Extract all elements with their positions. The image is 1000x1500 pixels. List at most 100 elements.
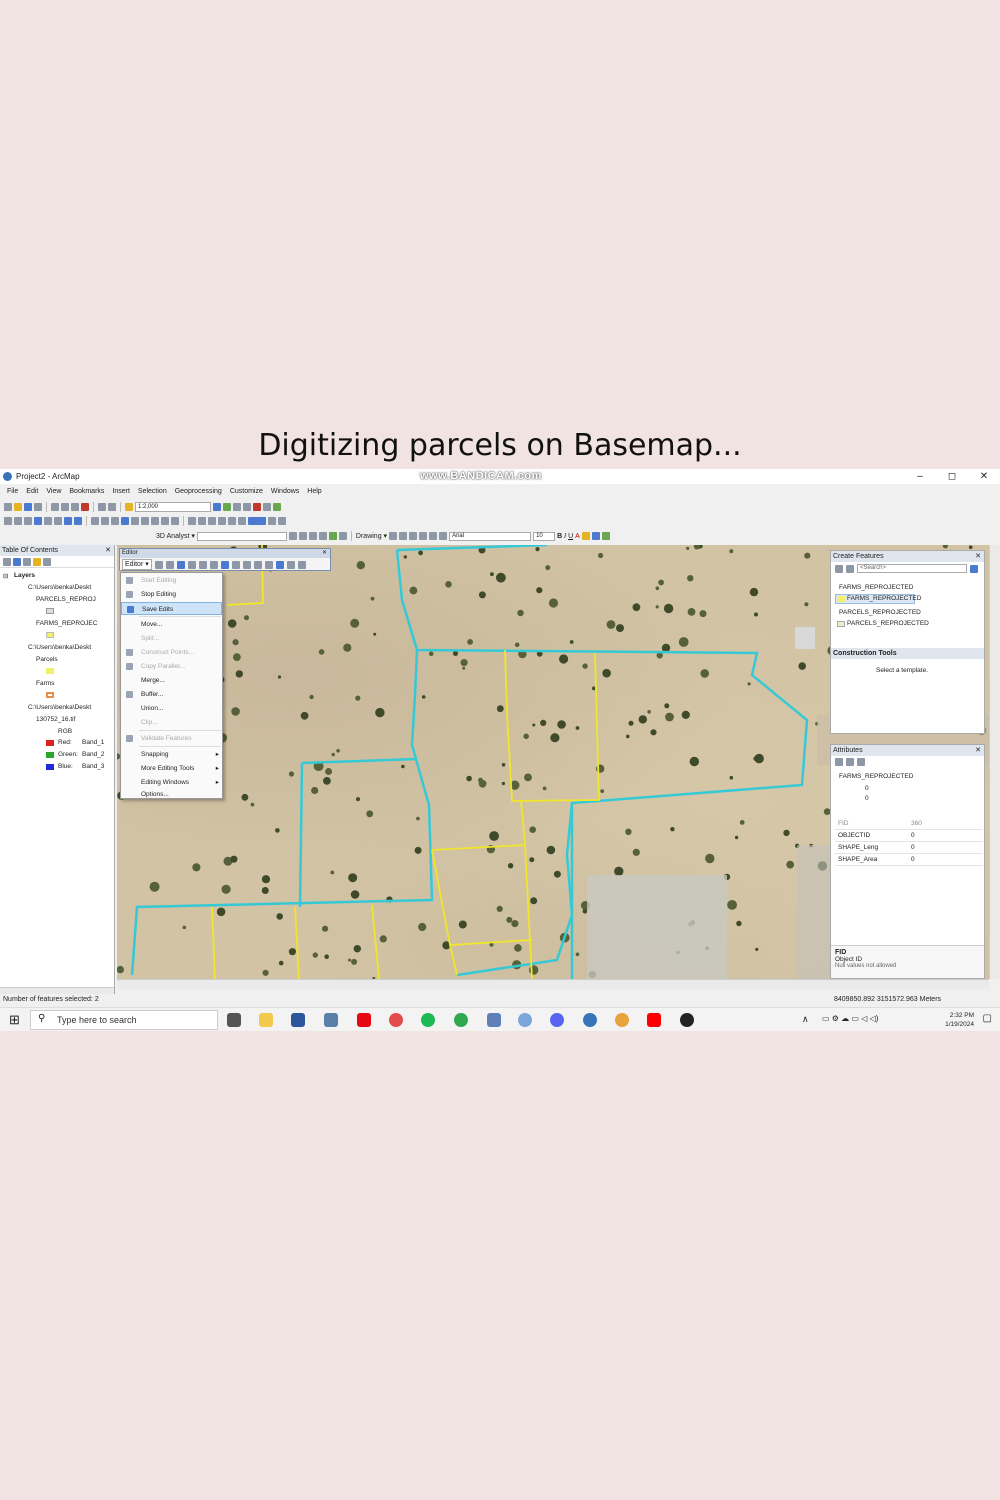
delete-icon[interactable] xyxy=(81,503,89,511)
redo-icon[interactable] xyxy=(108,503,116,511)
bold-button[interactable]: B xyxy=(557,533,562,540)
collapse-icon[interactable]: ⊟ xyxy=(3,572,8,580)
zoom-out-icon[interactable] xyxy=(14,517,22,525)
taskbar-search-input[interactable]: Type here to search xyxy=(30,1010,218,1030)
spotify-icon[interactable] xyxy=(421,1013,435,1027)
font-size-select[interactable]: 10 xyxy=(533,531,556,541)
map-scale-input[interactable]: 1:2,000 xyxy=(135,502,211,512)
reshape-icon[interactable] xyxy=(231,560,240,569)
layers-root[interactable]: Layers xyxy=(14,572,35,579)
cut-polygons-icon[interactable] xyxy=(242,560,251,569)
pan-icon[interactable] xyxy=(24,517,32,525)
menu-help[interactable]: Help xyxy=(307,488,321,495)
discord-icon[interactable] xyxy=(550,1013,564,1027)
layer-raster[interactable]: 130752_16.tif xyxy=(36,716,75,723)
menu-construct-points[interactable]: Construct Points... xyxy=(121,646,222,659)
group-path-3[interactable]: C:\Users\benka\Deskt xyxy=(28,704,91,711)
menu-insert[interactable]: Insert xyxy=(112,488,130,495)
r-icon[interactable] xyxy=(487,1013,501,1027)
tray-icons[interactable]: ▭ ⚙ ☁ ▭ ◁ ◁) xyxy=(822,1014,878,1023)
callout-icon[interactable] xyxy=(439,532,448,540)
3d-tool-icon[interactable] xyxy=(338,532,347,540)
attribute-row-shape-area[interactable]: SHAPE_Area 0 xyxy=(835,854,983,866)
app-icon[interactable] xyxy=(454,1013,468,1027)
attribute-row-shape-leng[interactable]: SHAPE_Leng 0 xyxy=(835,842,983,854)
layer-farms[interactable]: Farms xyxy=(36,680,54,687)
clear-selection-icon[interactable] xyxy=(101,517,109,525)
menu-more-editing-tools[interactable]: More Editing Tools ▸ xyxy=(121,762,222,775)
3d-tool-icon[interactable] xyxy=(318,532,327,540)
layout-tool-icon[interactable] xyxy=(238,517,246,525)
undo-icon[interactable] xyxy=(98,503,106,511)
attribute-row-fid[interactable]: FID 360 xyxy=(835,818,983,830)
sketch-properties-icon[interactable] xyxy=(286,560,295,569)
menu-windows[interactable]: Windows xyxy=(271,488,299,495)
fill-color-icon[interactable] xyxy=(581,532,590,540)
new-icon[interactable] xyxy=(4,503,12,511)
layout-tool-icon[interactable] xyxy=(208,517,216,525)
attribute-row-objectid[interactable]: OBJECTID 0 xyxy=(835,830,983,842)
marker-color-icon[interactable] xyxy=(601,532,610,540)
3d-analyst-layer-select[interactable] xyxy=(196,531,287,541)
menu-edit[interactable]: Edit xyxy=(26,488,38,495)
select-elements-icon[interactable] xyxy=(111,517,119,525)
arctoolbox-icon[interactable] xyxy=(253,503,261,511)
menu-save-edits[interactable]: Save Edits xyxy=(121,602,222,615)
save-icon[interactable] xyxy=(24,503,32,511)
menu-bookmarks[interactable]: Bookmarks xyxy=(69,488,104,495)
line-color-icon[interactable] xyxy=(591,532,600,540)
menu-geoprocessing[interactable]: Geoprocessing xyxy=(175,488,222,495)
netflix-icon[interactable] xyxy=(357,1013,371,1027)
list-by-drawing-order-icon[interactable] xyxy=(3,557,11,566)
endpoint-arc-icon[interactable] xyxy=(187,560,196,569)
clock[interactable]: 2:32 PM 1/19/2024 xyxy=(945,1011,974,1029)
menu-editing-windows[interactable]: Editing Windows ▸ xyxy=(121,776,222,789)
group-path-2[interactable]: C:\Users\benka\Deskt xyxy=(28,644,91,651)
layout-tool-icon[interactable] xyxy=(228,517,236,525)
maximize-button[interactable]: ◻ xyxy=(936,469,968,484)
add-data-icon[interactable] xyxy=(125,503,133,511)
editor-menu-button[interactable]: Editor ▾ xyxy=(122,559,152,570)
font-color-button[interactable]: A xyxy=(575,533,580,540)
group-path-1[interactable]: C:\Users\benka\Deskt xyxy=(28,584,91,591)
create-features-close-icon[interactable]: ✕ xyxy=(975,551,981,562)
map-vertical-scrollbar[interactable] xyxy=(989,545,1000,979)
filter-icon[interactable] xyxy=(846,564,854,573)
layout-tool-icon[interactable] xyxy=(278,517,286,525)
menu-merge[interactable]: Merge... xyxy=(121,674,222,687)
attributes-feature-1[interactable]: 0 xyxy=(865,785,869,792)
layer-parcels[interactable]: Parcels xyxy=(36,656,58,663)
copy-icon[interactable] xyxy=(61,503,69,511)
straight-segment-icon[interactable] xyxy=(176,560,185,569)
edit-annotation-icon[interactable] xyxy=(165,560,174,569)
split-icon[interactable] xyxy=(253,560,262,569)
menu-customize[interactable]: Customize xyxy=(230,488,263,495)
globe-icon[interactable] xyxy=(328,532,337,540)
list-by-visibility-icon[interactable] xyxy=(23,557,31,566)
close-button[interactable]: ✕ xyxy=(968,469,1000,484)
hyperlink-icon[interactable] xyxy=(151,517,159,525)
tray-chevron-icon[interactable]: ∧ xyxy=(802,1014,809,1025)
template-farms-reprojected[interactable]: FARMS_REPROJECTED xyxy=(847,595,921,602)
attributes-close-icon[interactable]: ✕ xyxy=(975,745,981,756)
sort-icon[interactable] xyxy=(835,758,843,766)
map-horizontal-scrollbar[interactable] xyxy=(117,979,989,989)
html-popup-icon[interactable] xyxy=(161,517,169,525)
drawing-menu[interactable]: Drawing ▾ xyxy=(356,532,387,540)
related-icon[interactable] xyxy=(857,758,865,766)
bandicam-icon[interactable] xyxy=(680,1013,694,1027)
georef-icon[interactable] xyxy=(188,517,196,525)
find-icon[interactable] xyxy=(131,517,139,525)
cut-icon[interactable] xyxy=(51,503,59,511)
modelbuilder-icon[interactable] xyxy=(273,503,281,511)
template-parcels-reprojected[interactable]: PARCELS_REPROJECTED xyxy=(847,620,929,627)
menu-view[interactable]: View xyxy=(46,488,61,495)
layout-tool-icon[interactable] xyxy=(198,517,206,525)
underline-button[interactable]: U xyxy=(568,533,573,540)
3d-tool-icon[interactable] xyxy=(298,532,307,540)
template-search-input[interactable]: <Search> xyxy=(857,564,967,573)
select-elements-arrow-icon[interactable] xyxy=(389,532,398,540)
video-player-icon[interactable] xyxy=(389,1013,403,1027)
youtube-icon[interactable] xyxy=(647,1013,661,1027)
minimize-button[interactable]: – xyxy=(904,469,936,484)
